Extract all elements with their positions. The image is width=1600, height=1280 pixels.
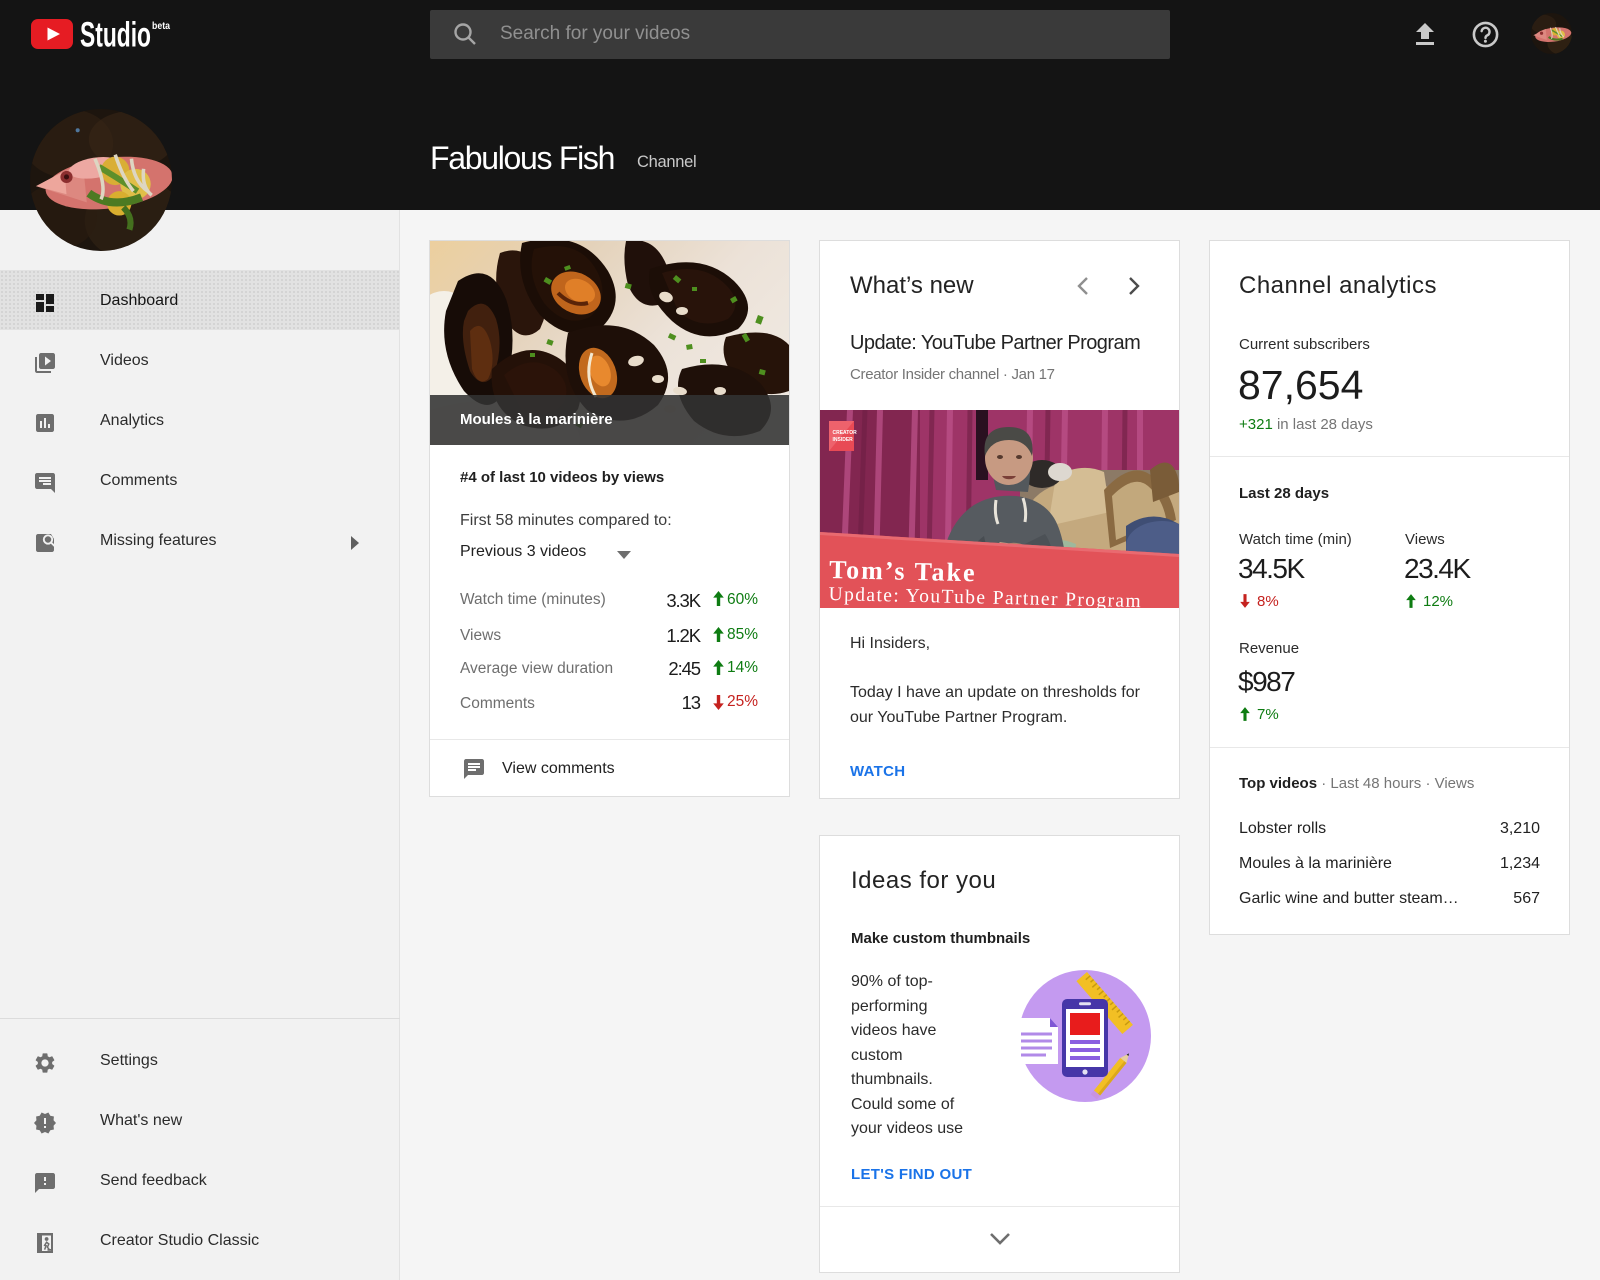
svg-text:INSIDER: INSIDER [833, 437, 854, 443]
svg-text:Tom’s Take: Tom’s Take [829, 555, 977, 587]
svg-text:Studio: Studio [80, 19, 151, 55]
svg-text:beta: beta [152, 21, 170, 32]
svg-text:CREATOR: CREATOR [833, 430, 858, 436]
